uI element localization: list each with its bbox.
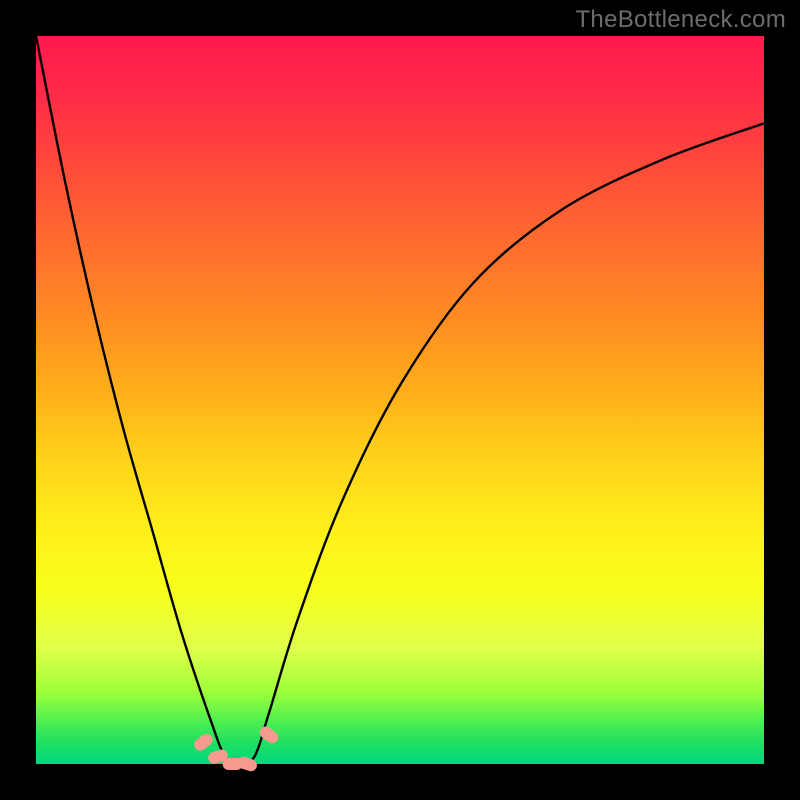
curve-marker (192, 731, 215, 752)
marker-group (192, 724, 281, 773)
plot-area (36, 36, 764, 764)
chart-frame: TheBottleneck.com (0, 0, 800, 800)
watermark-text: TheBottleneck.com (575, 6, 786, 34)
curve-svg (36, 36, 764, 764)
bottleneck-curve-path (36, 36, 764, 764)
